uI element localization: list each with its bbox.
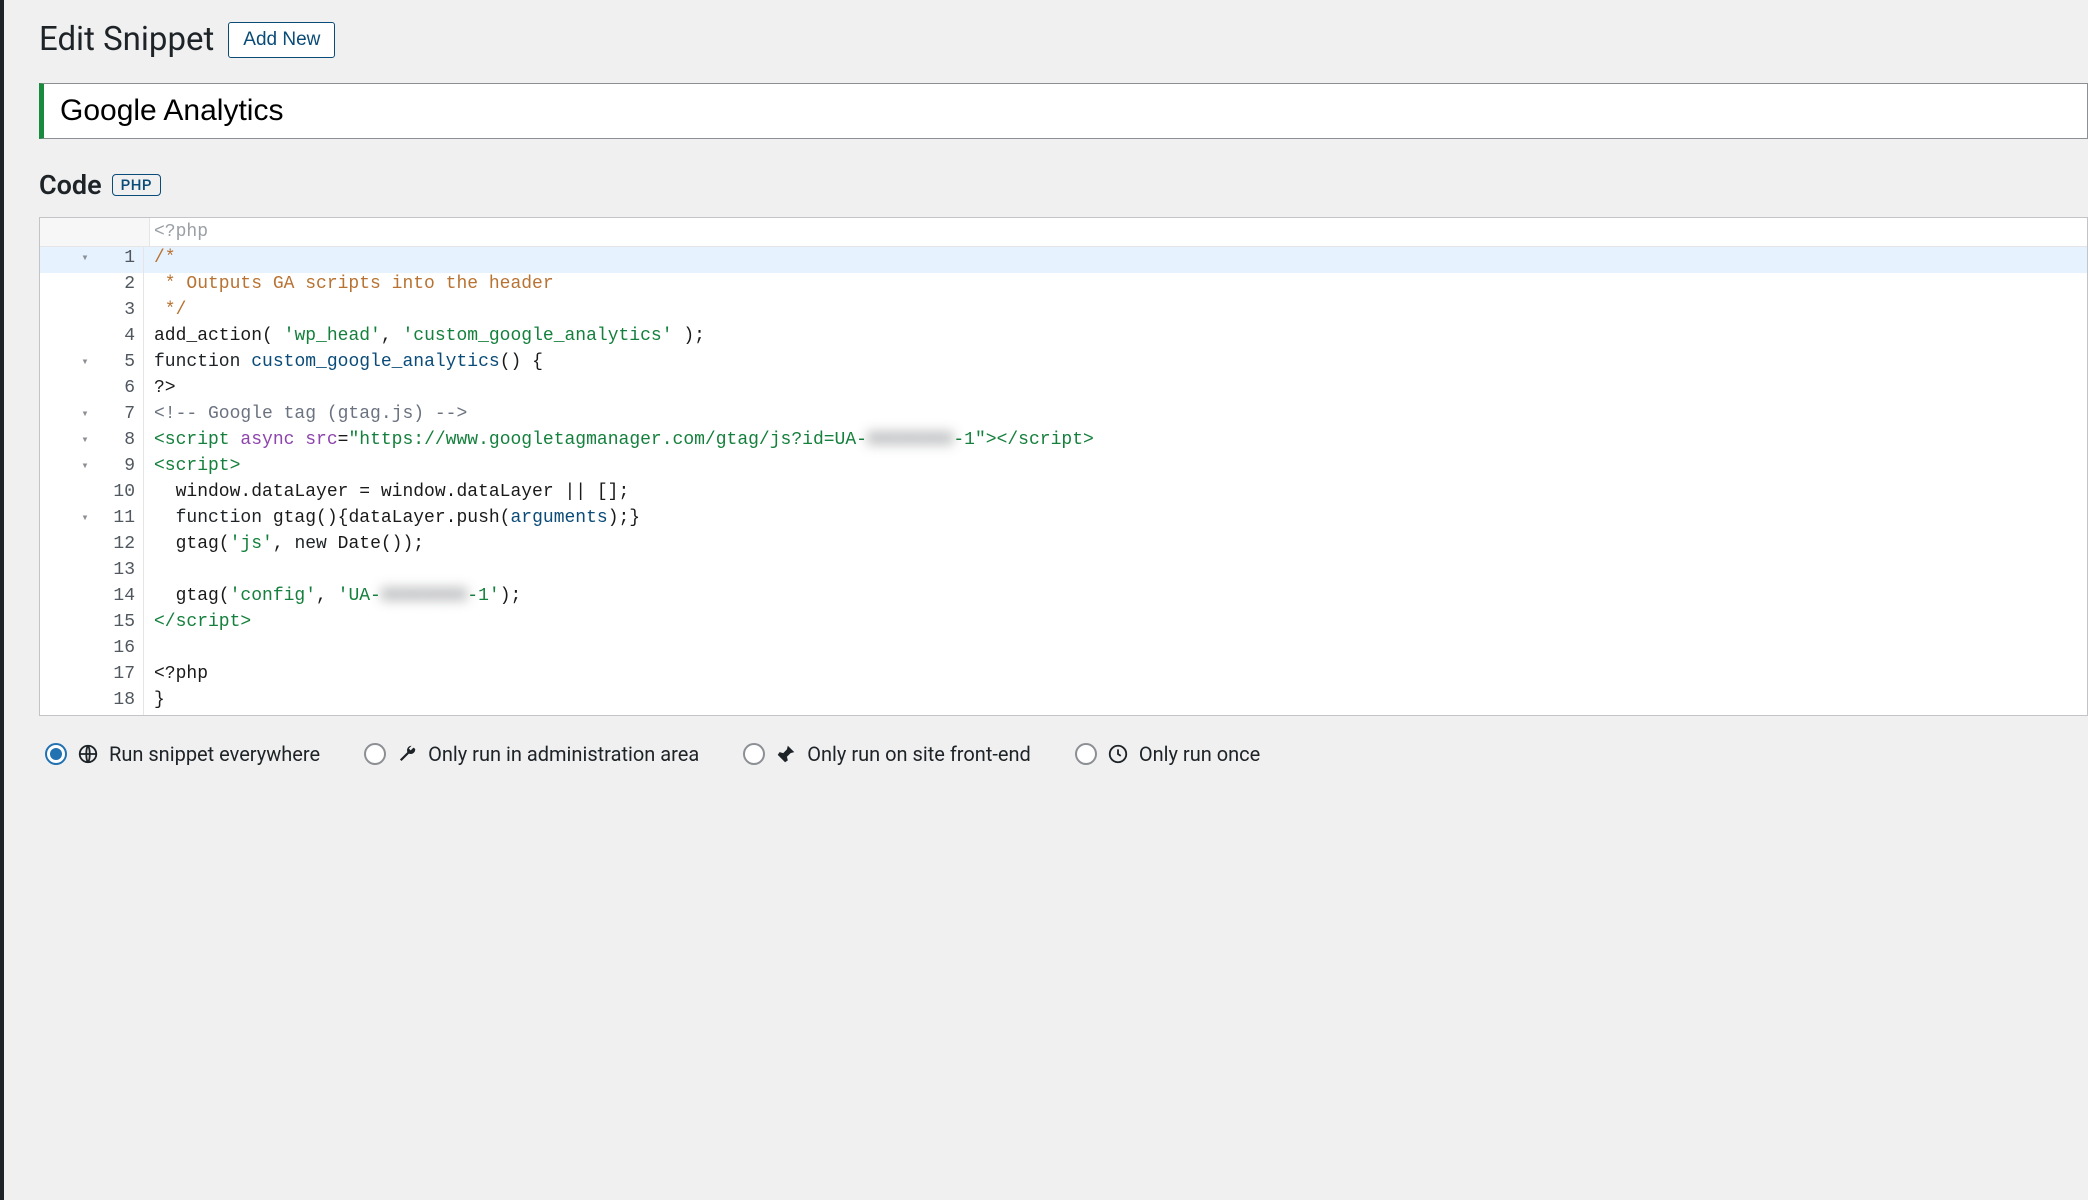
radio-icon[interactable] <box>743 743 765 765</box>
code-line[interactable]: ▾11 function gtag(){dataLayer.push(argum… <box>40 507 2087 533</box>
code-line[interactable]: 16 <box>40 637 2087 663</box>
line-number: 9 <box>102 455 144 481</box>
radio-icon[interactable] <box>1075 743 1097 765</box>
line-number: 7 <box>102 403 144 429</box>
run-option-clock[interactable]: Only run once <box>1075 742 1260 766</box>
line-number: 11 <box>102 507 144 533</box>
line-content[interactable]: gtag('js', new Date()); <box>150 533 424 559</box>
line-number: 5 <box>102 351 144 377</box>
line-number: 4 <box>102 325 144 351</box>
line-content[interactable]: function gtag(){dataLayer.push(arguments… <box>150 507 640 533</box>
code-line[interactable]: 4add_action( 'wp_head', 'custom_google_a… <box>40 325 2087 351</box>
fold-gutter <box>68 663 102 689</box>
line-content[interactable]: /* <box>150 247 176 273</box>
code-line[interactable]: 18} <box>40 689 2087 715</box>
fold-gutter <box>68 689 102 715</box>
snippet-title-input[interactable] <box>39 83 2088 139</box>
code-line[interactable]: ▾1/* <box>40 247 2087 273</box>
code-line[interactable]: ▾9<script> <box>40 455 2087 481</box>
language-badge: PHP <box>112 174 161 196</box>
line-content[interactable] <box>150 559 154 585</box>
code-line[interactable]: 2 * Outputs GA scripts into the header <box>40 273 2087 299</box>
line-number: 15 <box>102 611 144 637</box>
fold-gutter[interactable]: ▾ <box>68 429 102 455</box>
fold-gutter <box>68 299 102 325</box>
line-number: 8 <box>102 429 144 455</box>
line-content[interactable]: window.dataLayer = window.dataLayer || [… <box>150 481 629 507</box>
code-line[interactable]: ▾5function custom_google_analytics() { <box>40 351 2087 377</box>
add-new-button[interactable]: Add New <box>228 22 335 58</box>
run-option-pin[interactable]: Only run on site front-end <box>743 742 1031 766</box>
line-number: 14 <box>102 585 144 611</box>
run-option-label: Only run on site front-end <box>807 742 1031 766</box>
fold-gutter[interactable]: ▾ <box>68 507 102 533</box>
code-editor[interactable]: <?php ▾1/*2 * Outputs GA scripts into th… <box>39 217 2088 716</box>
code-line[interactable]: 3 */ <box>40 299 2087 325</box>
code-line[interactable]: 6?> <box>40 377 2087 403</box>
code-line[interactable]: ▾8<script async src="https://www.googlet… <box>40 429 2087 455</box>
fold-gutter <box>68 559 102 585</box>
line-content[interactable]: * Outputs GA scripts into the header <box>150 273 554 299</box>
line-number: 13 <box>102 559 144 585</box>
line-number: 2 <box>102 273 144 299</box>
line-content[interactable]: </script> <box>150 611 251 637</box>
line-content[interactable]: <script> <box>150 455 240 481</box>
run-option-wrench[interactable]: Only run in administration area <box>364 742 699 766</box>
code-section-header: Code PHP <box>39 169 2088 201</box>
code-line[interactable]: 17<?php <box>40 663 2087 689</box>
line-number: 18 <box>102 689 144 715</box>
pin-icon <box>775 743 797 765</box>
line-content[interactable]: ?> <box>150 377 176 403</box>
run-location-options: Run snippet everywhere Only run in admini… <box>39 716 2088 770</box>
php-open-tag-hint: <?php <box>150 218 212 246</box>
line-number: 6 <box>102 377 144 403</box>
code-line[interactable]: 13 <box>40 559 2087 585</box>
code-line[interactable]: ▾7<!-- Google tag (gtag.js) --> <box>40 403 2087 429</box>
fold-gutter <box>68 325 102 351</box>
line-number: 10 <box>102 481 144 507</box>
fold-gutter[interactable]: ▾ <box>68 247 102 273</box>
radio-icon[interactable] <box>45 743 67 765</box>
line-number: 16 <box>102 637 144 663</box>
radio-icon[interactable] <box>364 743 386 765</box>
fold-gutter[interactable]: ▾ <box>68 455 102 481</box>
page-header: Edit Snippet Add New <box>39 20 2088 59</box>
fold-gutter <box>68 585 102 611</box>
line-content[interactable]: gtag('config', 'UA-XXXXXXXX-1'); <box>150 585 521 611</box>
line-content[interactable]: */ <box>150 299 186 325</box>
fold-gutter[interactable]: ▾ <box>68 351 102 377</box>
line-number: 1 <box>102 247 144 273</box>
fold-gutter <box>68 533 102 559</box>
page-title: Edit Snippet <box>39 20 214 59</box>
fold-gutter <box>68 481 102 507</box>
line-content[interactable]: <script async src="https://www.googletag… <box>150 429 1094 455</box>
wrench-icon <box>396 743 418 765</box>
code-line[interactable]: 10 window.dataLayer = window.dataLayer |… <box>40 481 2087 507</box>
clock-icon <box>1107 743 1129 765</box>
line-number: 17 <box>102 663 144 689</box>
line-content[interactable]: function custom_google_analytics() { <box>150 351 543 377</box>
line-number: 12 <box>102 533 144 559</box>
line-content[interactable]: } <box>150 689 165 715</box>
run-option-label: Run snippet everywhere <box>109 742 320 766</box>
code-section-label: Code <box>39 169 102 201</box>
line-content[interactable]: <!-- Google tag (gtag.js) --> <box>150 403 467 429</box>
line-content[interactable] <box>150 637 154 663</box>
line-content[interactable]: add_action( 'wp_head', 'custom_google_an… <box>150 325 705 351</box>
run-option-label: Only run in administration area <box>428 742 699 766</box>
run-option-globe[interactable]: Run snippet everywhere <box>45 742 320 766</box>
fold-gutter <box>68 637 102 663</box>
fold-gutter <box>68 377 102 403</box>
run-option-label: Only run once <box>1139 742 1260 766</box>
fold-gutter <box>68 273 102 299</box>
globe-icon <box>77 743 99 765</box>
fold-gutter <box>68 611 102 637</box>
fold-gutter[interactable]: ▾ <box>68 403 102 429</box>
code-line[interactable]: 15</script> <box>40 611 2087 637</box>
line-content[interactable]: <?php <box>150 663 208 689</box>
code-line[interactable]: 12 gtag('js', new Date()); <box>40 533 2087 559</box>
line-number: 3 <box>102 299 144 325</box>
code-line[interactable]: 14 gtag('config', 'UA-XXXXXXXX-1'); <box>40 585 2087 611</box>
